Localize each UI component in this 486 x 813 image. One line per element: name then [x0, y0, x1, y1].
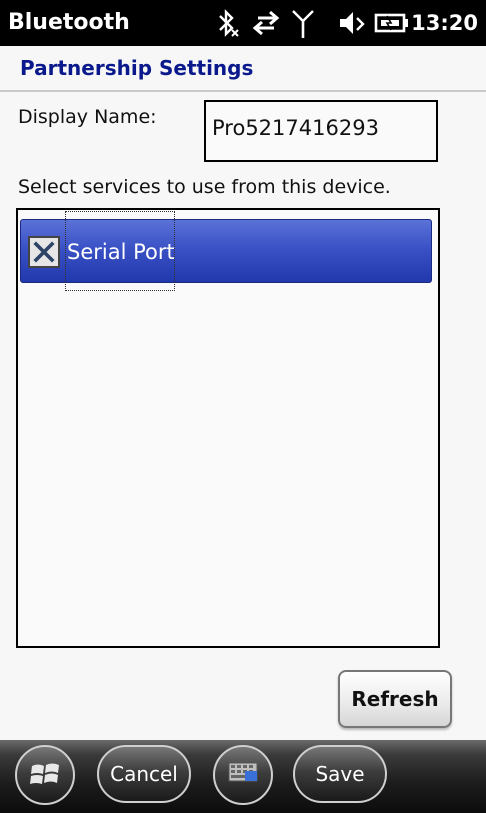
bluetooth-off-icon: [212, 8, 242, 38]
service-label: Serial Port: [67, 240, 175, 264]
start-button[interactable]: [15, 745, 75, 805]
check-x-icon: [33, 241, 55, 263]
signal-icon: [290, 8, 316, 38]
screen: Bluetooth 13:20 Partnership Settings Dis…: [0, 0, 486, 813]
display-name-field[interactable]: [204, 100, 438, 162]
windows-start-icon: [30, 763, 59, 784]
header-divider: [0, 90, 486, 92]
clock: 13:20: [411, 11, 478, 35]
save-button[interactable]: Save: [293, 745, 387, 803]
battery-icon: [374, 8, 410, 38]
display-name-label: Display Name:: [18, 106, 157, 128]
keyboard-button[interactable]: [213, 745, 273, 805]
service-checkbox[interactable]: [28, 236, 60, 268]
refresh-button[interactable]: Refresh: [338, 670, 452, 728]
cancel-button[interactable]: Cancel: [97, 745, 191, 803]
data-transfer-icon: [250, 8, 282, 38]
volume-icon: [336, 8, 368, 38]
display-name-input[interactable]: [212, 116, 432, 140]
bottom-bar: Cancel Save: [0, 740, 486, 813]
app-title: Bluetooth: [8, 10, 130, 35]
page-title: Partnership Settings: [20, 56, 254, 80]
service-item-serial-port[interactable]: Serial Port: [20, 219, 432, 283]
status-bar: Bluetooth 13:20: [0, 0, 486, 46]
keyboard-icon: [228, 762, 258, 782]
services-list[interactable]: Serial Port: [16, 208, 440, 648]
services-label: Select services to use from this device.: [18, 176, 391, 198]
